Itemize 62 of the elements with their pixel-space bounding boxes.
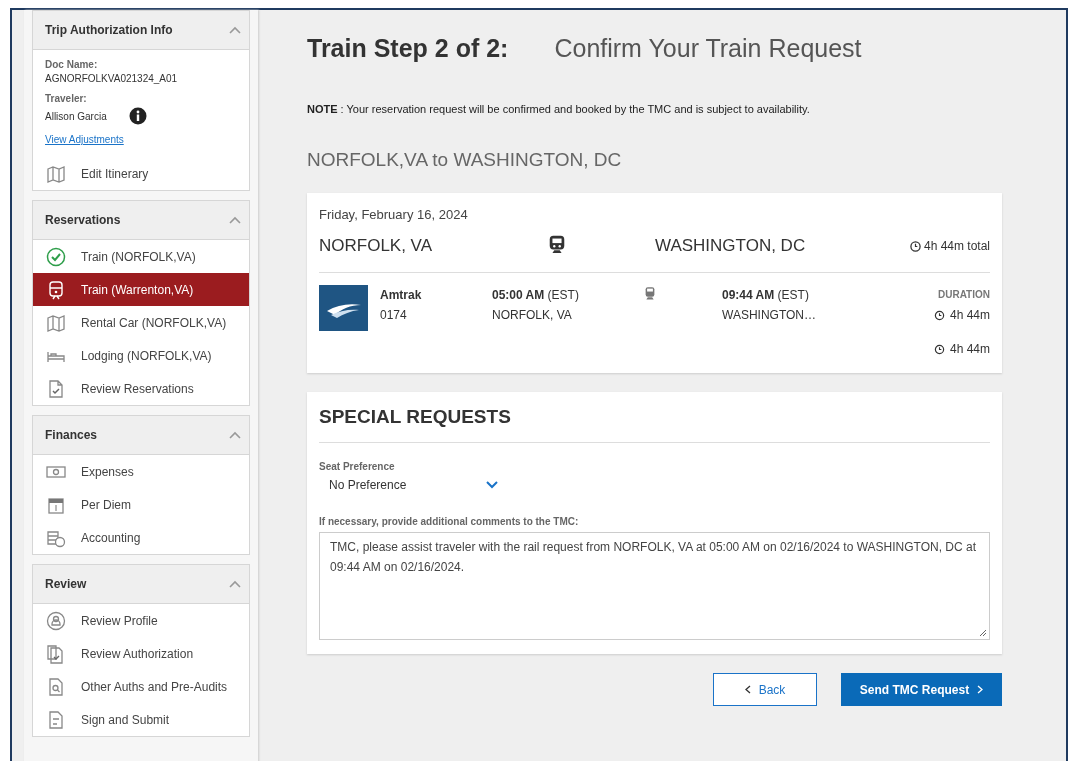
back-button[interactable]: Back: [713, 673, 817, 706]
duration-label: DURATION: [937, 288, 990, 302]
carrier-logo: [319, 285, 368, 331]
field-label: If necessary, provide additional comments to the TMC:: [319, 516, 580, 527]
chevron-left-icon: [744, 685, 751, 694]
seat-preference-dropdown[interactable]: No Preference: [319, 472, 529, 498]
chevron-up-icon[interactable]: [229, 26, 241, 34]
sidebar-item[interactable]: Lodging (NORFOLK,VA): [33, 339, 249, 372]
clock-icon: [933, 309, 945, 321]
field-value: Allison Garcia: [45, 110, 107, 122]
destination-city: WASHINGTON, DC: [655, 236, 806, 256]
sidebar-item[interactable]: Edit Itinerary: [33, 157, 249, 190]
chevron-up-icon[interactable]: [229, 580, 241, 588]
info-icon: [128, 107, 147, 125]
sidebar-item[interactable]: Accounting: [33, 521, 249, 554]
clock-icon: [909, 240, 921, 252]
duration: 4h 44m: [949, 307, 990, 324]
section-title: SPECIAL REQUESTS: [319, 406, 990, 443]
field-value: AGNORFOLKVA021324_A01: [45, 73, 178, 84]
profile-icon: [45, 609, 67, 632]
field-label: Traveler:: [45, 93, 88, 104]
arrival-city: WASHINGTON…: [722, 307, 817, 324]
note-text: NOTE : Your reservation request will be confirmed and booked by the TMC and is subject to availability.: [307, 103, 811, 115]
sidebar-item[interactable]: Per Diem: [33, 488, 249, 521]
sidebar-item[interactable]: Other Auths and Pre-Audits: [33, 670, 249, 703]
sidebar-item[interactable]: Train (NORFOLK,VA): [33, 240, 249, 273]
carrier-name: Amtrak: [380, 287, 423, 304]
total-duration: 4h 44m total: [923, 239, 990, 253]
chevron-down-icon: [486, 481, 499, 489]
chevron-up-icon[interactable]: [229, 216, 241, 224]
view-adjustments-link[interactable]: View Adjustments: [45, 134, 124, 145]
sidebar-item[interactable]: Sign and Submit: [33, 703, 249, 736]
step-title: Train Step 2 of 2:: [307, 34, 509, 63]
sidebar-item[interactable]: Expenses: [33, 455, 249, 488]
page-heading: Confirm Your Train Request: [554, 34, 862, 63]
panel-title: Trip Authorization Info: [45, 23, 173, 37]
field-label: Seat Preference: [319, 461, 396, 472]
comments-field[interactable]: TMC, please assist traveler with the rail request from NORFOLK, VA at 05:00 AM on 02/16/2024 to WASHINGTON, DC at 09:44 AM on 02/16/2024.: [319, 532, 990, 640]
panel-title: Finances: [45, 428, 98, 442]
panel-title: Review: [45, 577, 87, 591]
field-label: Doc Name:: [45, 59, 99, 70]
sidebar-item[interactable]: Review Reservations: [33, 372, 249, 405]
check-circle-icon: [45, 245, 67, 268]
route-title: NORFOLK,VA to WASHINGTON, DC: [307, 149, 623, 171]
panel-title: Reservations: [45, 213, 121, 227]
send-request-button[interactable]: Send TMC Request: [841, 673, 1002, 706]
duration: 4h 44m: [949, 341, 990, 358]
train-icon: [547, 234, 567, 254]
train-number: 0174: [380, 307, 408, 324]
chevron-up-icon[interactable]: [229, 431, 241, 439]
arrival-time: 09:44 AM (EST): [722, 287, 810, 304]
resize-grip-icon: [979, 629, 987, 637]
departure-time: 05:00 AM (EST): [492, 287, 580, 304]
sidebar-item[interactable]: Rental Car (NORFOLK,VA): [33, 306, 249, 339]
departure-city: NORFOLK, VA: [492, 307, 573, 324]
origin-city: NORFOLK, VA: [319, 236, 434, 256]
sidebar-item[interactable]: Review Profile: [33, 604, 249, 637]
sidebar-item[interactable]: Review Authorization: [33, 637, 249, 670]
sidebar-item[interactable]: Train (Warrenton,VA): [33, 273, 249, 306]
trip-date: Friday, February 16, 2024: [319, 207, 469, 222]
chevron-right-icon: [977, 685, 984, 694]
clock-icon: [933, 343, 945, 355]
